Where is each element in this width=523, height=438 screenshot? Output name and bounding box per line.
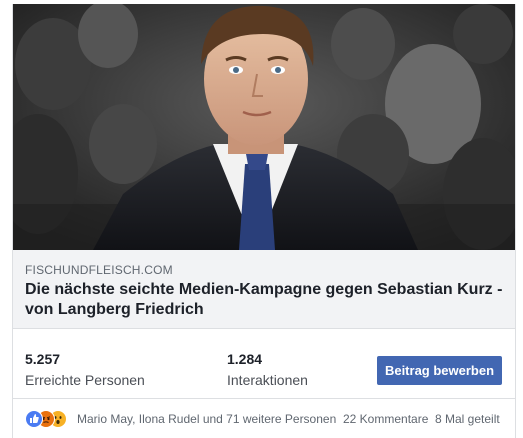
link-headline[interactable]: Die nächste seichte Medien-Kampagne gege… [25, 280, 503, 320]
post-card: FISCHUNDFLEISCH.COM Die nächste seichte … [12, 4, 516, 438]
portrait-photo [13, 4, 515, 250]
comments-count[interactable]: 22 Kommentare [343, 412, 428, 426]
link-preview-caption[interactable]: FISCHUNDFLEISCH.COM Die nächste seichte … [13, 250, 515, 329]
reach-label: Erreichte Personen [25, 372, 145, 388]
engagement-stat: 1.284 Interaktionen [227, 351, 308, 389]
page-margin [0, 0, 12, 438]
engagement-label: Interaktionen [227, 372, 308, 388]
reach-value: 5.257 [25, 351, 61, 367]
link-preview-image[interactable] [13, 4, 515, 250]
reactors-text[interactable]: Mario May, Ilona Rudel und 71 weitere Pe… [77, 412, 336, 426]
shares-count[interactable]: 8 Mal geteilt [435, 412, 500, 426]
reach-stat: 5.257 Erreichte Personen [25, 351, 145, 389]
engagement-value: 1.284 [227, 351, 263, 367]
like-icon [25, 410, 43, 428]
reactions-bar: Mario May, Ilona Rudel und 71 weitere Pe… [13, 400, 515, 436]
reaction-icons[interactable] [25, 410, 77, 428]
link-domain: FISCHUNDFLEISCH.COM [25, 263, 173, 277]
boost-post-button[interactable]: Beitrag bewerben [377, 356, 502, 385]
